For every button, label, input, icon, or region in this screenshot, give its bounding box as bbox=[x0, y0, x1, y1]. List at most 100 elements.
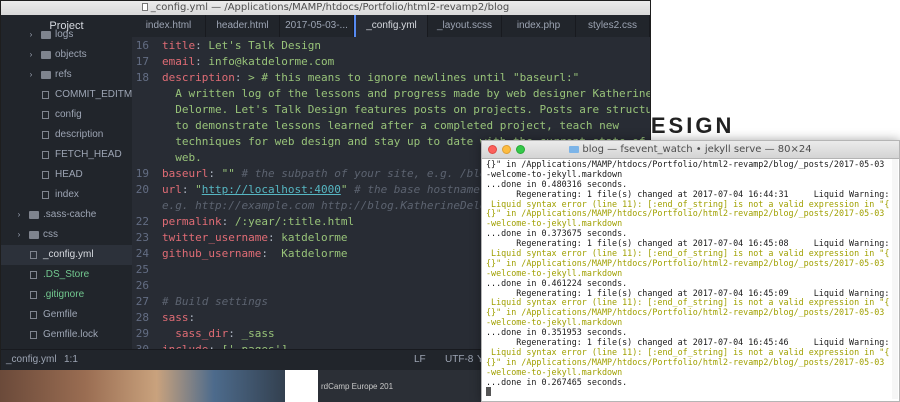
chevron-right-icon[interactable]: › bbox=[15, 205, 23, 225]
code-token: sass_dir bbox=[175, 327, 229, 340]
tree-item[interactable]: Gemfile.lock bbox=[1, 325, 132, 345]
editor-tab[interactable]: styles2.css bbox=[576, 15, 650, 37]
tree-item-label: logs bbox=[55, 29, 74, 40]
code-token: web. bbox=[162, 151, 202, 164]
folder-icon bbox=[41, 31, 51, 39]
status-file[interactable]: _config.yml bbox=[6, 350, 57, 370]
tree-item[interactable]: Gemfile bbox=[1, 305, 132, 325]
file-icon bbox=[42, 131, 49, 139]
line-number: 27 bbox=[135, 295, 149, 308]
code-token: > # this means to ignore newlines until … bbox=[248, 71, 580, 84]
code-token: sass bbox=[162, 311, 189, 324]
tree-item-label: .sass-cache bbox=[43, 209, 97, 220]
editor-tab[interactable]: index.html bbox=[132, 15, 206, 37]
code-token: : bbox=[208, 167, 222, 180]
tree-item[interactable]: _config.yml bbox=[1, 245, 132, 265]
editor-tab[interactable]: 2017-05-03-... bbox=[280, 15, 354, 37]
line-number: 24 bbox=[135, 247, 149, 260]
file-icon bbox=[30, 251, 37, 259]
chevron-right-icon[interactable]: › bbox=[15, 225, 23, 245]
code-text: e.g. http://example.com http://blog.Kath… bbox=[162, 198, 513, 214]
tree-item[interactable]: › logs bbox=[1, 25, 132, 45]
photo-caption: rdCamp Europe 201 bbox=[321, 382, 394, 391]
terminal-line: ...done in 0.267465 seconds. bbox=[486, 376, 628, 387]
tree-view: Project › logs › objects › refs COMMIT_EDITM co… bbox=[1, 15, 132, 349]
tree-item-label: .DS_Store bbox=[43, 269, 90, 280]
line-number: 26 bbox=[135, 279, 149, 292]
minimize-window-button[interactable] bbox=[502, 145, 511, 154]
folder-icon bbox=[29, 231, 39, 239]
code-token: http://localhost:4000 bbox=[201, 183, 341, 196]
code-token: Katdelorme bbox=[281, 247, 348, 260]
terminal-prompt[interactable] bbox=[486, 387, 894, 397]
tree-item[interactable]: .gitignore bbox=[1, 285, 132, 305]
close-window-button[interactable] bbox=[488, 145, 497, 154]
tree-item[interactable]: › css bbox=[1, 225, 132, 245]
folder-icon bbox=[41, 71, 51, 79]
editor-tab[interactable]: header.html bbox=[206, 15, 280, 37]
code-token: info@katdelorme.com bbox=[208, 55, 335, 68]
code-text: baseurl: "" # the subpath of your site, … bbox=[162, 166, 493, 182]
tree-item[interactable]: config bbox=[1, 105, 132, 125]
tree-item-label: description bbox=[55, 129, 104, 140]
line-number: 29 bbox=[135, 327, 149, 340]
zoom-window-button[interactable] bbox=[516, 145, 525, 154]
tree-item[interactable]: index bbox=[1, 185, 132, 205]
status-encoding[interactable]: UTF-8 bbox=[445, 350, 473, 370]
tree-item[interactable]: › .sass-cache bbox=[1, 205, 132, 225]
file-icon bbox=[42, 111, 49, 119]
code-text: web. bbox=[162, 150, 202, 166]
editor-tab[interactable]: index.php bbox=[502, 15, 576, 37]
code-token: " bbox=[195, 183, 202, 196]
tree-item[interactable]: description bbox=[1, 125, 132, 145]
tree-item[interactable]: › refs bbox=[1, 65, 132, 85]
code-token: : bbox=[188, 311, 196, 324]
chevron-right-icon[interactable]: › bbox=[27, 45, 35, 65]
code-line: 17 email: info@katdelorme.com bbox=[132, 54, 650, 70]
code-token: url bbox=[162, 183, 182, 196]
editor-tab[interactable]: _layout.scss bbox=[428, 15, 502, 37]
code-token: # the subpath of your site, e.g. /blog bbox=[234, 167, 494, 180]
code-text: permalink: /:year/:title.html bbox=[162, 214, 354, 230]
tree-item[interactable]: FETCH_HEAD bbox=[1, 145, 132, 165]
line-number: 22 bbox=[135, 215, 149, 228]
code-line: 16 title: Let's Talk Design bbox=[132, 38, 650, 54]
file-icon bbox=[42, 191, 49, 199]
tree-item[interactable]: › objects bbox=[1, 45, 132, 65]
tree-item-label: css bbox=[43, 229, 58, 240]
text-cursor bbox=[486, 387, 491, 397]
status-line-ending[interactable]: LF bbox=[414, 350, 426, 370]
tree-item-label: .gitignore bbox=[43, 289, 85, 300]
line-number: 28 bbox=[135, 311, 149, 324]
code-token: # Build settings bbox=[162, 295, 268, 308]
tree-item[interactable]: HEAD bbox=[1, 165, 132, 185]
code-token: github_username bbox=[162, 247, 262, 260]
chevron-right-icon[interactable]: › bbox=[27, 25, 35, 45]
tree-item-label: Gemfile bbox=[43, 309, 78, 320]
code-token: baseurl bbox=[162, 167, 209, 180]
code-text: to demonstrate lessons learned after a c… bbox=[162, 118, 619, 134]
code-token: email bbox=[162, 55, 196, 68]
terminal-window: blog — fsevent_watch • jekyll serve — 80… bbox=[481, 140, 900, 402]
code-token: description bbox=[162, 71, 235, 84]
code-text: github_username: Katdelorme bbox=[162, 246, 347, 262]
code-token: Let's Talk Design bbox=[208, 39, 321, 52]
terminal-titlebar[interactable]: blog — fsevent_watch • jekyll serve — 80… bbox=[482, 141, 899, 159]
code-text: sass: bbox=[162, 310, 195, 326]
editor-tab[interactable]: _config.yml bbox=[354, 15, 428, 37]
tree-item[interactable]: .DS_Store bbox=[1, 265, 132, 285]
code-text: # Build settings bbox=[162, 294, 268, 310]
code-token: A written log of the lessons and progres… bbox=[162, 87, 650, 100]
terminal-scrollbar[interactable] bbox=[892, 159, 898, 399]
status-cursor-position[interactable]: 1:1 bbox=[64, 350, 78, 370]
terminal-output[interactable]: {}" in /Applications/MAMP/htdocs/Portfol… bbox=[486, 159, 894, 398]
tree-item-label: COMMIT_EDITM bbox=[55, 89, 132, 100]
code-text: Delorme. Let's Talk Design features post… bbox=[162, 102, 650, 118]
folder-icon bbox=[41, 51, 51, 59]
window-titlebar[interactable]: _config.yml — /Applications/MAMP/htdocs/… bbox=[1, 1, 650, 15]
tree-item[interactable]: COMMIT_EDITM bbox=[1, 85, 132, 105]
line-number: 25 bbox=[135, 263, 149, 276]
chevron-right-icon[interactable]: › bbox=[27, 65, 35, 85]
line-number: 19 bbox=[135, 167, 149, 180]
